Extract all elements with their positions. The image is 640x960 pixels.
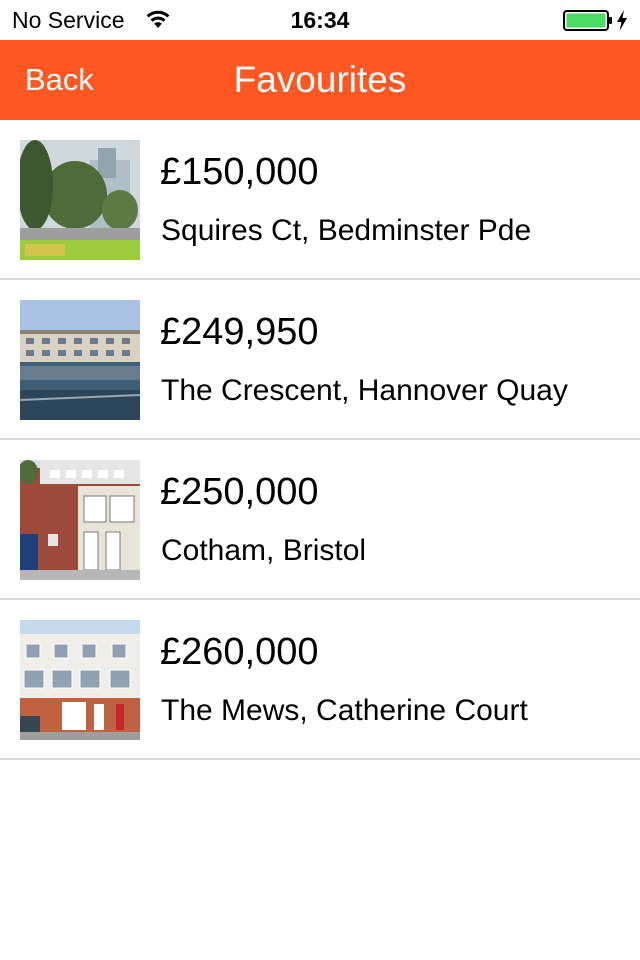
status-bar: No Service 16:34 <box>0 0 640 40</box>
property-photo <box>20 620 140 740</box>
property-address: Squires Ct, Bedminster Pde <box>161 214 532 247</box>
list-item[interactable]: £250,000 Cotham, Bristol <box>0 440 640 600</box>
list-item[interactable]: £249,950 The Crescent, Hannover Quay <box>0 280 640 440</box>
property-price: £249,950 <box>160 311 319 353</box>
status-time: 16:34 <box>290 7 350 33</box>
property-price: £150,000 <box>160 151 319 193</box>
navigation-bar: Back Favourites <box>0 40 640 120</box>
property-photo <box>20 300 140 420</box>
property-address: The Mews, Catherine Court <box>161 694 528 727</box>
list-item[interactable]: £150,000 Squires Ct, Bedminster Pde <box>0 120 640 280</box>
property-price: £260,000 <box>160 631 319 673</box>
page-title: Favourites <box>233 59 407 100</box>
property-address: Cotham, Bristol <box>161 534 367 567</box>
property-photo <box>20 460 140 580</box>
charging-bolt-icon <box>617 10 627 31</box>
battery-icon <box>563 10 612 31</box>
property-address: The Crescent, Hannover Quay <box>161 374 568 407</box>
favourites-list: £150,000 Squires Ct, Bedminster Pde £249… <box>0 120 640 760</box>
property-price: £250,000 <box>160 471 319 513</box>
property-photo <box>20 140 140 260</box>
list-item[interactable]: £260,000 The Mews, Catherine Court <box>0 600 640 760</box>
